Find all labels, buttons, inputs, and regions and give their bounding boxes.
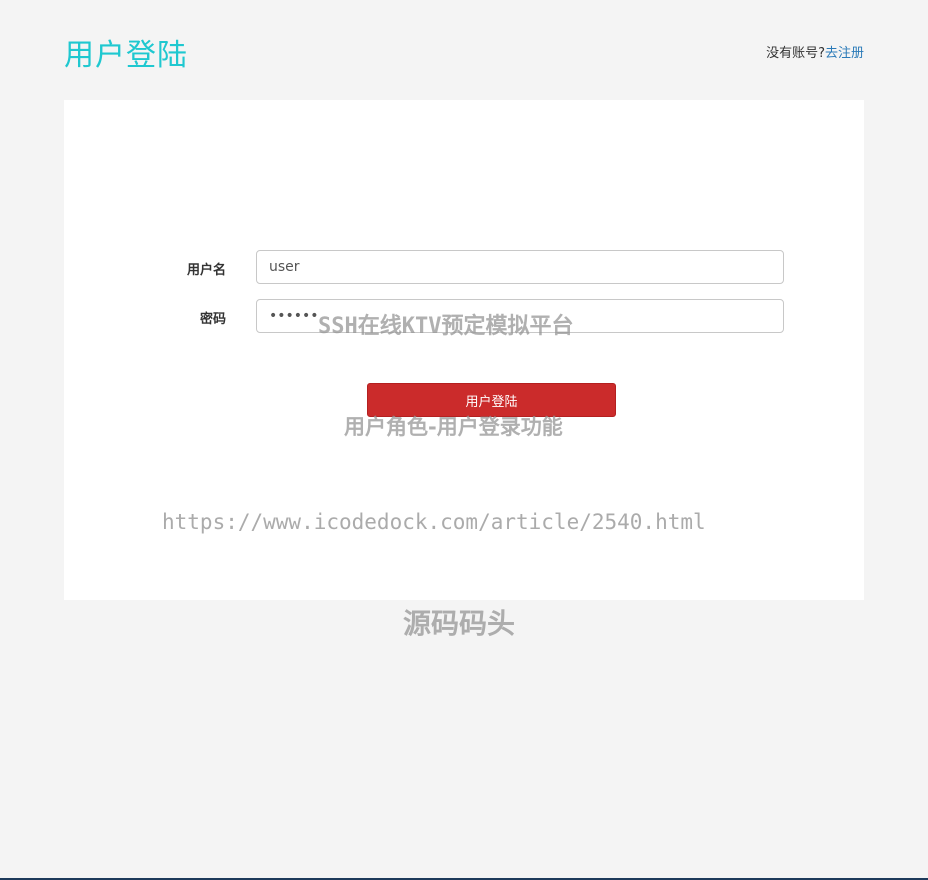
- register-prompt-text: 没有账号?: [766, 46, 825, 61]
- password-row: 密码: [64, 299, 864, 333]
- username-input[interactable]: [256, 250, 784, 284]
- login-panel: 用户名 密码 用户登陆: [64, 100, 864, 600]
- watermark-brand: 源码码头: [403, 607, 516, 640]
- password-label: 密码: [199, 312, 226, 327]
- register-link[interactable]: 去注册: [825, 46, 864, 61]
- username-row: 用户名: [64, 250, 864, 284]
- login-button[interactable]: 用户登陆: [367, 383, 616, 417]
- register-prompt: 没有账号?去注册: [766, 42, 864, 61]
- page-title: 用户登陆: [64, 38, 188, 73]
- username-label: 用户名: [186, 263, 226, 278]
- password-input[interactable]: [256, 299, 784, 333]
